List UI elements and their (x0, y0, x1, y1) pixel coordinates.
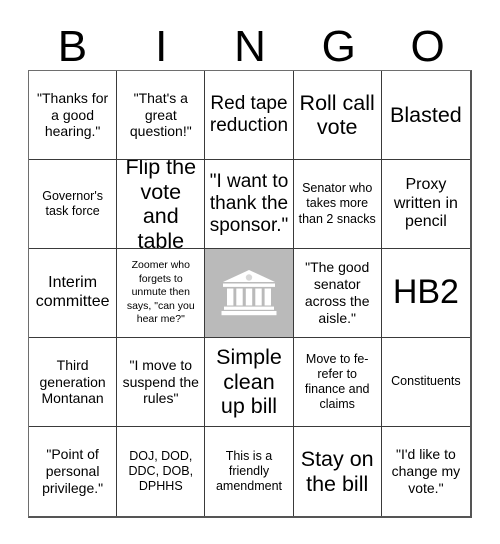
bingo-cell-r5c2[interactable]: DOJ, DOD, DDC, DOB, DPHHS (117, 427, 206, 516)
bingo-cell-text: "I want to thank the sponsor." (209, 170, 289, 237)
classical-building-icon (221, 270, 277, 316)
bingo-cell-r5c5[interactable]: "I'd like to change my vote." (381, 427, 470, 516)
bingo-cell-text: "Point of personal privilege." (42, 446, 104, 496)
bingo-cell-r5c3[interactable]: This is a friendly amendment (205, 427, 294, 516)
bingo-cell-text: Third generation Montanan (39, 356, 106, 407)
bingo-cell-r3c5[interactable]: HB2 (381, 249, 470, 338)
bingo-free-space[interactable] (205, 249, 294, 338)
bingo-cell-text: Governor's task force (42, 188, 103, 218)
bingo-cell-r1c1[interactable]: "Thanks for a good hearing." (29, 71, 118, 160)
bingo-cell-text: "The good senator across the aisle." (304, 259, 370, 326)
bingo-cell-r2c3[interactable]: "I want to thank the sponsor." (205, 160, 294, 249)
header-letter-b: B (57, 22, 88, 71)
bingo-cell-r1c2[interactable]: "That's a great question!" (117, 71, 206, 160)
header-letter-n: N (234, 22, 266, 71)
bingo-cell-text: "Thanks for a good hearing." (37, 89, 109, 140)
bingo-cell-r2c1[interactable]: Governor's task force (29, 160, 118, 249)
bingo-cell-text: Proxy written in pencil (393, 175, 458, 231)
header-letter-o: O (410, 22, 445, 71)
bingo-cell-text: Roll call vote (299, 90, 375, 140)
header-letter-g: G (321, 22, 356, 71)
bingo-cell-text: Zoomer who forgets to unmute then says, … (126, 259, 195, 326)
bingo-cell-text: Simple clean up bill (216, 345, 282, 419)
header-letter-i: I (155, 22, 168, 71)
bingo-cell-text: Blasted (390, 102, 462, 127)
bingo-cell-r3c1[interactable]: Interim committee (29, 249, 118, 338)
bingo-cell-text: DOJ, DOD, DDC, DOB, DPHHS (128, 448, 194, 494)
bingo-cell-text: "That's a great question!" (129, 89, 192, 140)
bingo-header: B I N G O (28, 14, 472, 70)
bingo-cell-r5c1[interactable]: "Point of personal privilege." (29, 427, 118, 516)
bingo-cell-r1c5[interactable]: Blasted (381, 71, 470, 160)
bingo-cell-text: "I'd like to change my vote." (391, 446, 461, 496)
bingo-cell-text: Flip the vote and table (125, 160, 197, 249)
bingo-cell-r5c4[interactable]: Stay on the bill (293, 427, 382, 516)
bingo-cell-text: Stay on the bill (300, 447, 374, 496)
bingo-card: B I N G O "Thanks for a good hearing." "T… (0, 0, 500, 544)
bingo-cell-text: Move to fe-refer to finance and claims (304, 351, 370, 412)
bingo-cell-text: This is a friendly amendment (215, 448, 282, 494)
bingo-cell-r2c4[interactable]: Senator who takes more than 2 snacks (293, 160, 382, 249)
bingo-cell-text: "I move to suspend the rules" (122, 356, 199, 407)
bingo-cell-r4c1[interactable]: Third generation Montanan (29, 338, 118, 427)
bingo-cell-r3c2[interactable]: Zoomer who forgets to unmute then says, … (117, 249, 206, 338)
bingo-cell-r2c2[interactable]: Flip the vote and table (117, 160, 206, 249)
bingo-cell-text: Interim committee (35, 274, 110, 310)
bingo-cell-r4c4[interactable]: Move to fe-refer to finance and claims (293, 338, 382, 427)
bingo-cell-text: Red tape reduction (209, 92, 289, 136)
bingo-cell-r3c4[interactable]: "The good senator across the aisle." (293, 249, 382, 338)
bingo-cell-text: HB2 (392, 273, 459, 312)
bingo-cell-r4c5[interactable]: Constituents (381, 338, 470, 427)
bingo-cell-text: Senator who takes more than 2 snacks (298, 181, 376, 226)
bingo-cell-r1c3[interactable]: Red tape reduction (205, 71, 294, 160)
bingo-cell-r1c4[interactable]: Roll call vote (293, 71, 382, 160)
bingo-grid: "Thanks for a good hearing." "That's a gr… (28, 70, 472, 518)
bingo-cell-r4c3[interactable]: Simple clean up bill (205, 338, 294, 427)
bingo-cell-r4c2[interactable]: "I move to suspend the rules" (117, 338, 206, 427)
bingo-cell-text: Constituents (391, 374, 461, 389)
bingo-cell-r2c5[interactable]: Proxy written in pencil (381, 160, 470, 249)
